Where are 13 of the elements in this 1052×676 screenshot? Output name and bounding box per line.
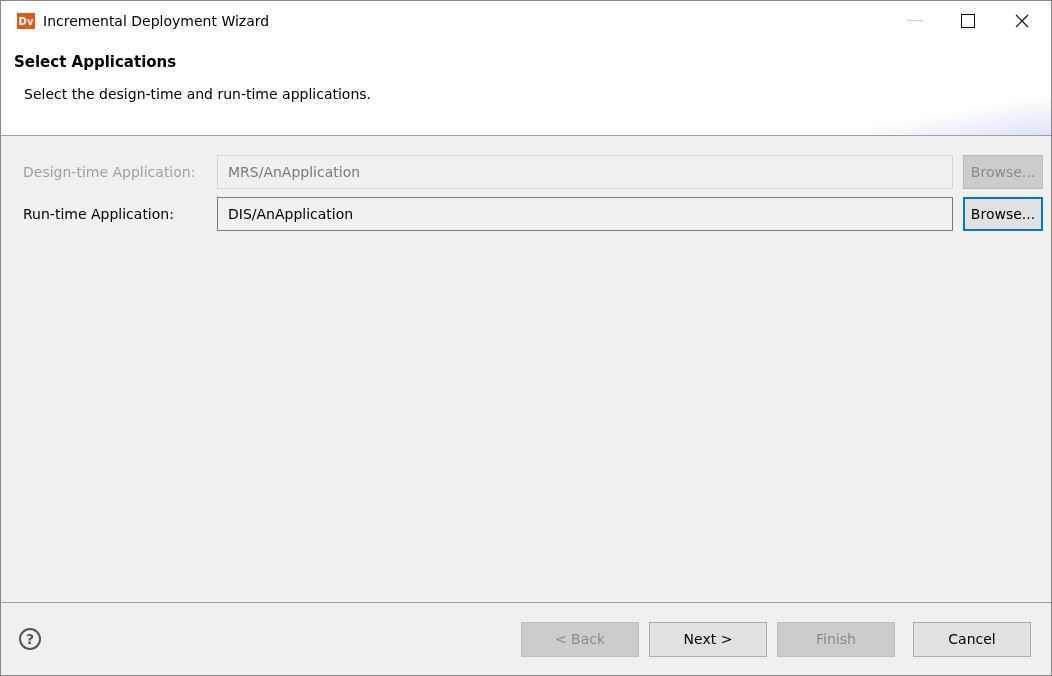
page-description: Select the design-time and run-time applications.	[23, 84, 373, 104]
field-label: Design-time Application:	[23, 162, 197, 182]
close-icon[interactable]	[1015, 14, 1029, 28]
wizard-button[interactable]: Cancel	[913, 621, 1031, 657]
app-logo: Dv	[17, 13, 35, 29]
help-button[interactable]: ?	[19, 628, 41, 650]
window-title: Incremental Deployment Wizard	[43, 11, 270, 31]
wizard-button[interactable]: Next >	[649, 621, 767, 657]
browse-button[interactable]: Browse...	[963, 197, 1043, 231]
field-label: Run-time Application:	[23, 204, 175, 224]
text-field[interactable]: DIS/AnApplication	[217, 197, 953, 231]
maximize-icon[interactable]	[961, 14, 975, 28]
page-title: Select Applications	[14, 52, 178, 73]
